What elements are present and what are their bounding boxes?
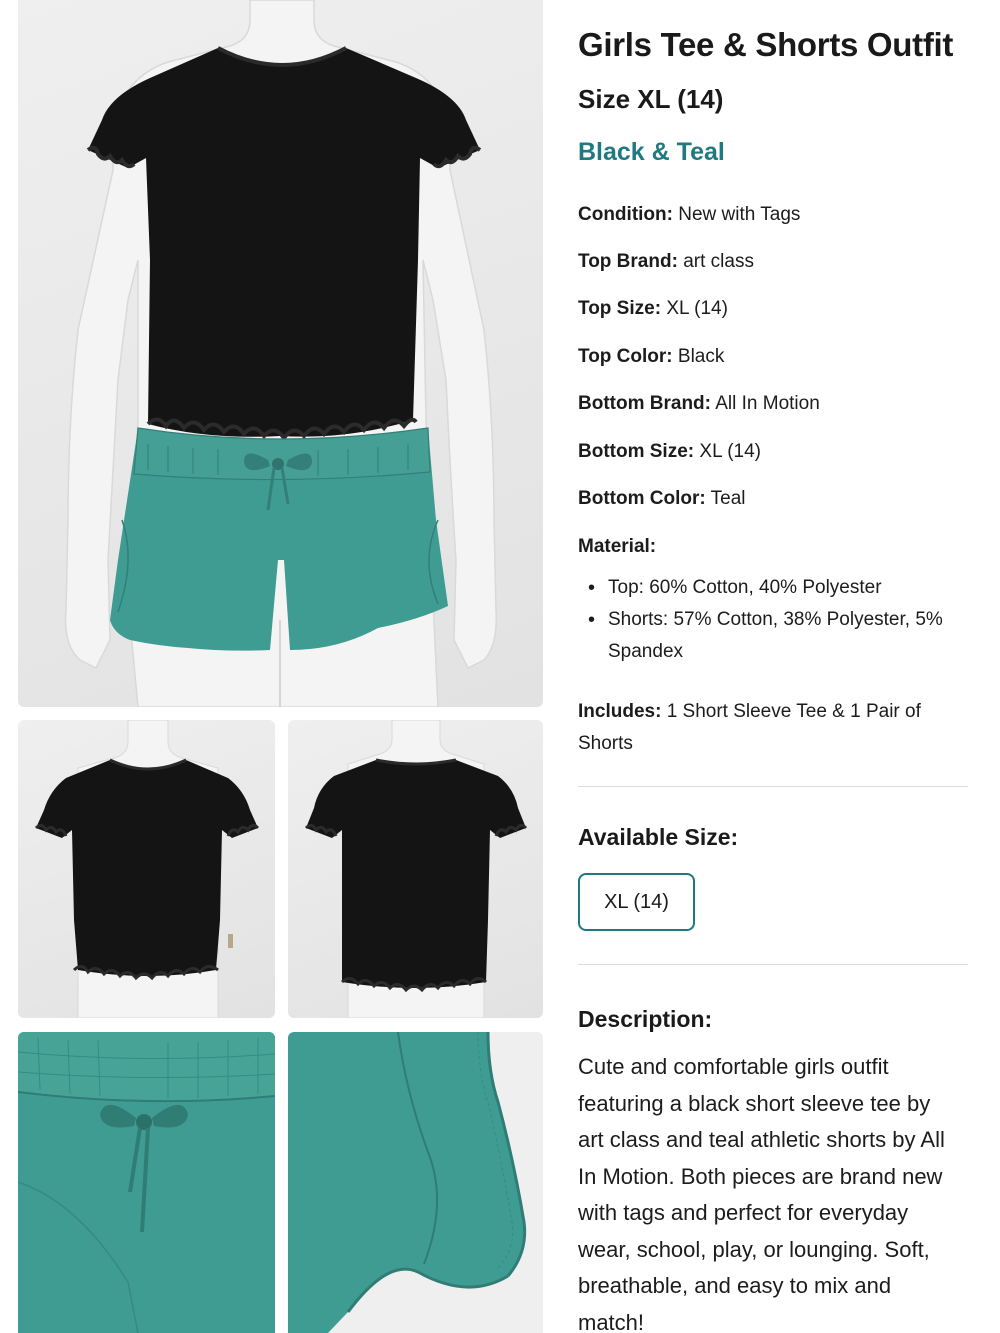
tee-front-photo[interactable] xyxy=(18,720,275,1018)
spec-label: Top Size: xyxy=(578,298,662,319)
main-outfit-photo[interactable] xyxy=(18,0,543,707)
spec-top-brand: Top Brand: art class xyxy=(578,251,754,273)
spec-value: New with Tags xyxy=(678,204,801,225)
shorts-waistband-image xyxy=(18,1032,275,1333)
spec-bottom-size: Bottom Size: XL (14) xyxy=(578,441,761,463)
material-label: Material: xyxy=(578,536,656,558)
material-item: Top: 60% Cotton, 40% Polyester xyxy=(578,572,978,604)
tee-back-image xyxy=(304,720,528,1018)
divider xyxy=(578,964,968,965)
spec-value: XL (14) xyxy=(666,298,728,319)
mannequin-outfit-image xyxy=(64,0,497,707)
tee-front-image xyxy=(34,720,260,1018)
material-list: Top: 60% Cotton, 40% Polyester Shorts: 5… xyxy=(578,572,978,668)
material-item: Shorts: 57% Cotton, 38% Polyester, 5% Sp… xyxy=(578,604,978,668)
shorts-hem-photo[interactable] xyxy=(288,1032,543,1333)
shorts-waistband-photo[interactable] xyxy=(18,1032,275,1333)
divider xyxy=(578,786,968,787)
spec-value: Black xyxy=(677,346,725,367)
available-size-heading: Available Size: xyxy=(578,824,739,850)
spec-label: Bottom Size: xyxy=(578,441,695,462)
spec-value: XL (14) xyxy=(699,441,761,462)
spec-label: Top Brand: xyxy=(578,251,678,272)
material-heading: Material: xyxy=(578,536,657,557)
size-option-xl-14[interactable]: XL (14) xyxy=(578,873,695,931)
spec-label: Bottom Color: xyxy=(578,488,706,509)
spec-condition: Condition: New with Tags xyxy=(578,204,800,226)
spec-label: Bottom Brand: xyxy=(578,393,711,414)
product-title: Girls Tee & Shorts Outfit xyxy=(578,26,954,63)
product-color: Black & Teal xyxy=(578,138,725,166)
tee-back-photo[interactable] xyxy=(288,720,543,1018)
spec-bottom-color: Bottom Color: Teal xyxy=(578,488,746,510)
spec-top-size: Top Size: XL (14) xyxy=(578,298,728,320)
description-text: Cute and comfortable girls outfit featur… xyxy=(578,1054,945,1333)
shorts-hem-image xyxy=(288,1032,543,1333)
spec-value: All In Motion xyxy=(715,393,820,414)
spec-value: art class xyxy=(683,251,754,272)
spec-value: Teal xyxy=(710,488,746,509)
spec-label: Top Color: xyxy=(578,346,673,367)
product-size: Size XL (14) xyxy=(578,84,724,114)
description-heading: Description: xyxy=(578,1006,713,1032)
includes-line: Includes: 1 Short Sleeve Tee & 1 Pair of… xyxy=(578,696,978,760)
spec-top-color: Top Color: Black xyxy=(578,346,724,368)
includes-label: Includes: xyxy=(578,701,662,722)
spec-bottom-brand: Bottom Brand: All In Motion xyxy=(578,393,820,415)
spec-label: Condition: xyxy=(578,204,673,225)
